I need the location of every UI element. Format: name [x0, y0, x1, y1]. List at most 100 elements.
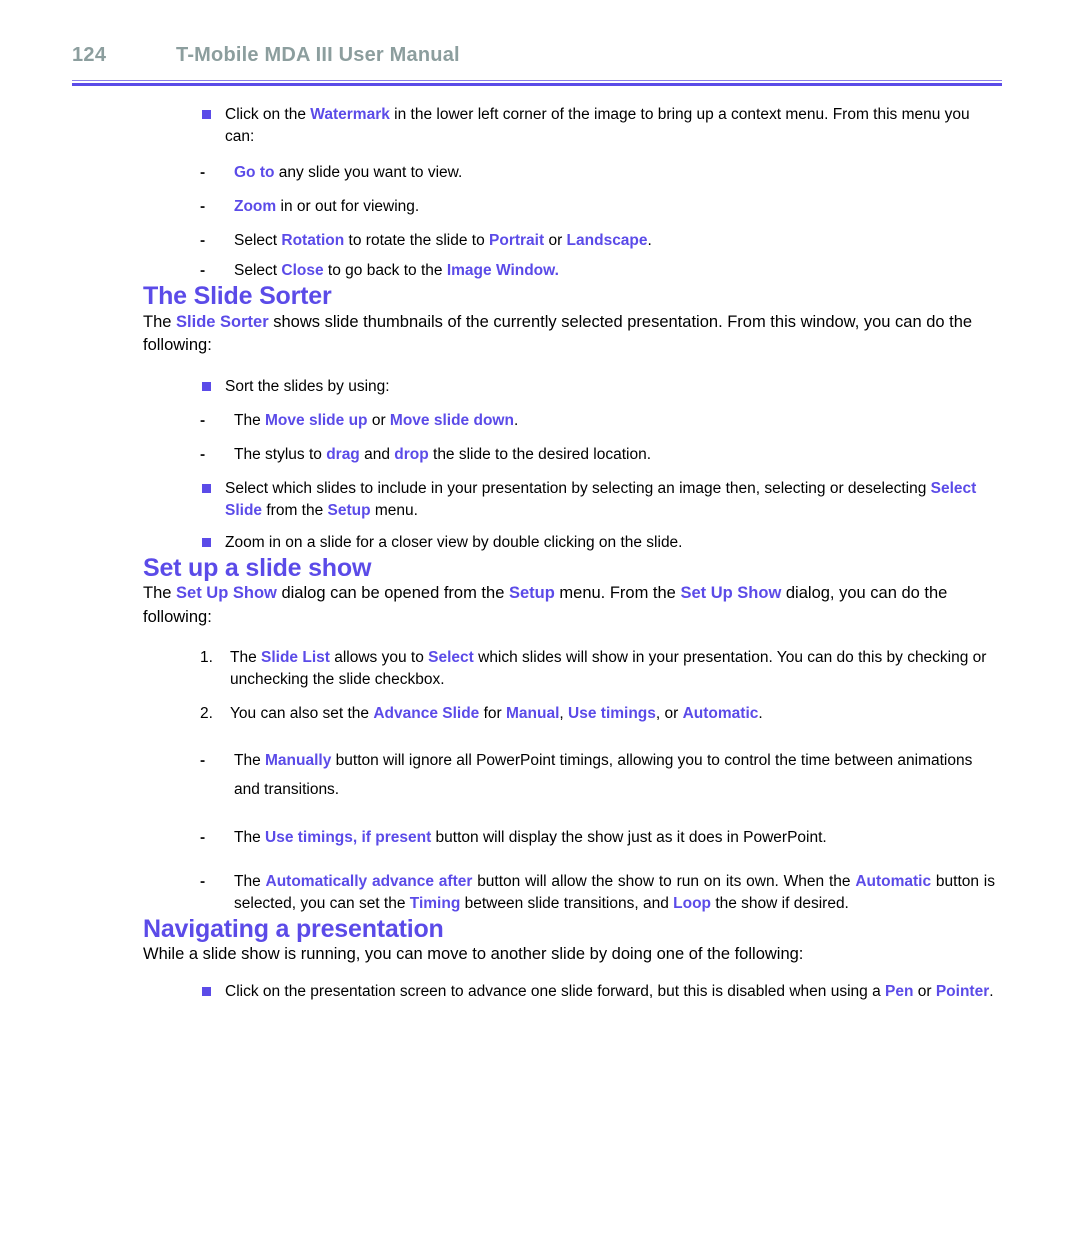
term-slide-sorter: Slide Sorter — [176, 312, 269, 331]
header-divider-thick-line — [72, 83, 1002, 86]
list-number: 1. — [200, 649, 213, 667]
term-zoom: Zoom — [234, 198, 277, 215]
term-portrait: Portrait — [489, 232, 545, 249]
term-go-to: Go to — [234, 164, 275, 181]
square-bullet-icon — [202, 537, 211, 547]
term-image-window: Image Window. — [446, 262, 559, 279]
term-pointer: Pointer — [935, 982, 990, 1000]
item-text-mid: allows you to — [329, 649, 429, 667]
paragraph-mid-2: menu. From the — [554, 584, 681, 603]
item-text-rest: button will display the show just as it … — [431, 828, 827, 846]
subitem-text-mid: and — [359, 445, 395, 463]
paragraph-mid: dialog can be opened from the — [276, 584, 509, 603]
term-automatic: Automatic — [682, 705, 759, 723]
paragraph-slide-show-intro: The Set Up Show dialog can be opened fro… — [143, 582, 995, 629]
list-item: - Select Rotation to rotate the slide to… — [200, 230, 995, 252]
term-move-slide-down: Move slide down — [389, 411, 514, 429]
item-text-mid: for — [479, 705, 507, 723]
list-item: Select which slides to include in your p… — [200, 478, 995, 522]
item-text-mid-3: between slide transitions, and — [460, 894, 674, 912]
list-item: - Select Close to go back to the Image W… — [200, 260, 995, 282]
dash-bullet-icon: - — [200, 262, 206, 279]
dash-bullet-icon: - — [200, 164, 206, 181]
dash-bullet-icon: - — [200, 411, 206, 429]
page-title-navigating-a-presentation: Navigating a presentation — [143, 914, 444, 943]
dash-bullet-icon: - — [200, 232, 206, 249]
bullet-text-mid: or — [913, 982, 936, 1000]
term-setup: Setup — [508, 584, 555, 603]
square-bullet-icon — [202, 986, 211, 996]
page-content: Click on the Watermark in the lower left… — [143, 104, 995, 1003]
term-loop: Loop — [673, 894, 712, 912]
list-number: 2. — [200, 705, 213, 723]
term-advance-slide: Advance Slide — [373, 705, 480, 723]
subitem-text-rest: the slide to the desired location. — [428, 445, 652, 463]
term-watermark: Watermark — [310, 106, 390, 123]
bullet-text: Sort the slides by using: — [225, 377, 390, 395]
list-item: - The Manually button will ignore all Po… — [200, 747, 995, 804]
manual-title: T-Mobile MDA III User Manual — [176, 44, 460, 66]
bullet-text-pre: Select which slides to include in your p… — [225, 479, 931, 497]
list-item: - Zoom in or out for viewing. — [200, 196, 995, 218]
term-slide-list: Slide List — [261, 649, 330, 667]
dash-bullet-icon: - — [200, 828, 206, 846]
item-text-mid: button will allow the show to run on its… — [472, 872, 856, 890]
header-divider — [72, 80, 1002, 86]
term-rotation: Rotation — [281, 232, 345, 249]
subitem-text-mid: or — [367, 411, 390, 429]
dash-bullet-icon: - — [200, 198, 206, 215]
subitem-text-pre: The — [234, 411, 266, 429]
term-use-timings-if-present: Use timings, if present — [265, 828, 432, 846]
dash-bullet-icon: - — [200, 752, 206, 770]
paragraph-slide-sorter-intro: The Slide Sorter shows slide thumbnails … — [143, 311, 995, 358]
document-page: 124 T-Mobile MDA III User Manual Click o… — [0, 0, 1080, 1259]
paragraph-pre: The — [143, 312, 177, 331]
subitem-text-mid2: or — [544, 232, 567, 249]
term-timing: Timing — [409, 894, 461, 912]
list-item: - Go to any slide you want to view. — [200, 162, 995, 184]
page-title-set-up-a-slide-show: Set up a slide show — [143, 553, 372, 582]
subitem-text: in or out for viewing. — [276, 198, 420, 215]
term-close: Close — [281, 262, 324, 279]
term-manually: Manually — [265, 752, 332, 770]
list-item: - The stylus to drag and drop the slide … — [200, 444, 995, 466]
list-item: 1. The Slide List allows you to Select w… — [200, 647, 995, 691]
item-text-rest: button will ignore all PowerPoint timing… — [234, 752, 973, 798]
list-item: 2. You can also set the Advance Slide fo… — [200, 703, 995, 725]
term-manual: Manual — [506, 705, 560, 723]
item-text-mid-2: , — [559, 705, 569, 723]
term-select: Select — [428, 649, 474, 667]
item-text-mid-3: , or — [655, 705, 683, 723]
bullet-text-part-1: Click on the — [225, 106, 311, 123]
header-divider-thin-line — [72, 80, 1002, 81]
list-item: - The Move slide up or Move slide down. — [200, 410, 995, 432]
list-item: Click on the Watermark in the lower left… — [200, 104, 995, 148]
item-text-rest: . — [758, 705, 763, 723]
term-drop: drop — [394, 445, 429, 463]
list-item: - The Automatically advance after button… — [200, 871, 995, 915]
term-set-up-show-2: Set Up Show — [680, 584, 782, 603]
term-setup: Setup — [327, 501, 371, 519]
item-text-pre: The — [230, 649, 262, 667]
list-item: Zoom in on a slide for a closer view by … — [200, 532, 995, 554]
square-bullet-icon — [202, 381, 211, 391]
dash-bullet-icon: - — [200, 872, 206, 890]
item-text-pre: The — [234, 752, 266, 770]
subitem-text: any slide you want to view. — [274, 164, 463, 181]
page-title-slide-sorter: The Slide Sorter — [143, 282, 332, 310]
paragraph-pre: The — [143, 584, 177, 603]
list-item: Sort the slides by using: — [200, 376, 995, 398]
square-bullet-icon — [202, 483, 211, 493]
term-automatic: Automatic — [855, 872, 932, 890]
subitem-text-rest: . — [647, 232, 652, 249]
subitem-text-pre: The stylus to — [234, 445, 327, 463]
term-automatically-advance-after: Automatically advance after — [265, 872, 473, 890]
term-set-up-show-1: Set Up Show — [176, 584, 277, 603]
list-item: - The Use timings, if present button wil… — [200, 827, 995, 849]
dash-bullet-icon: - — [200, 445, 206, 463]
term-use-timings: Use timings — [568, 705, 656, 723]
subitem-text-rest: . — [513, 411, 519, 429]
paragraph-navigating-intro: While a slide show is running, you can m… — [143, 945, 804, 964]
item-text-rest: the show if desired. — [711, 894, 849, 912]
bullet-text-rest: . — [989, 982, 994, 1000]
